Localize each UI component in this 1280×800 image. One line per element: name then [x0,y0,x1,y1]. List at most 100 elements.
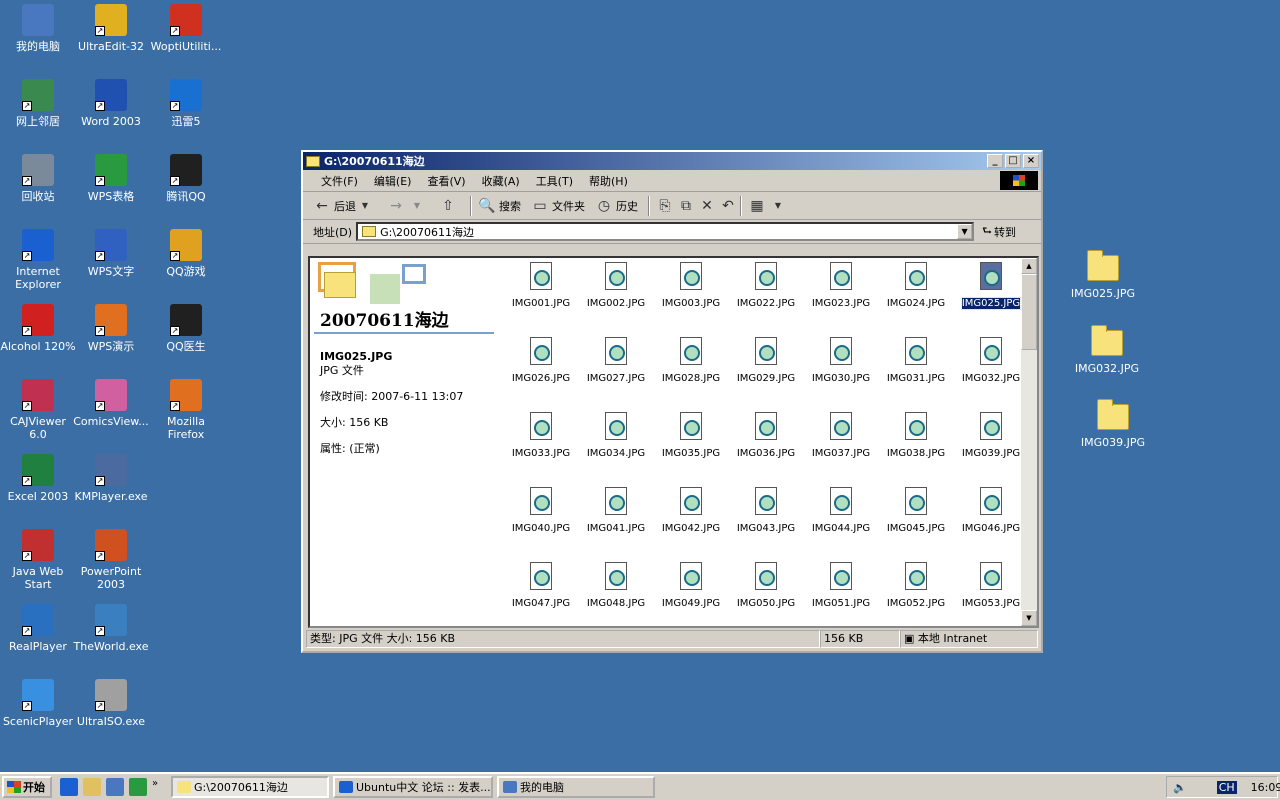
title-bar[interactable]: G:\20070611海边 _ □ × [303,152,1041,170]
file-item[interactable]: IMG050.JPG [731,562,801,609]
minimize-button[interactable]: _ [987,154,1003,168]
chevron-down-icon[interactable]: ▼ [356,197,374,215]
desktop-folder[interactable]: IMG039.JPG [1073,399,1153,449]
desktop-icon-scenicplayer[interactable]: ↗ ScenicPlayer [0,679,76,728]
desktop-icon-ultraedit[interactable]: ↗ UltraEdit-32 [73,4,149,53]
desktop-icon-qq-doctor[interactable]: ↗ QQ医生 [148,304,224,353]
menu-help[interactable]: 帮助(H) [581,173,636,189]
chevron-down-icon[interactable]: ▼ [957,224,973,239]
menu-file[interactable]: 文件(F) [313,173,366,189]
desktop-icon-woptiutilities[interactable]: ↗ WoptiUtiliti... [148,4,224,53]
vertical-scrollbar[interactable]: ▲ ▼ [1021,258,1037,626]
go-button[interactable]: ⮑ 转到 [982,222,1016,241]
file-item[interactable]: IMG044.JPG [806,487,876,534]
file-item[interactable]: IMG029.JPG [731,337,801,384]
desktop-icon-theworld[interactable]: ↗ TheWorld.exe [73,604,149,653]
desktop-icon-comicsviewer[interactable]: ↗ ComicsView... [73,379,149,428]
file-item[interactable]: IMG023.JPG [806,262,876,309]
volume-icon[interactable]: 🔈 [1173,781,1187,794]
taskbar-task[interactable]: G:\20070611海边 [171,776,329,798]
maximize-button[interactable]: □ [1005,154,1021,168]
start-button[interactable]: 开始 [2,776,52,798]
up-button[interactable]: ⇧ [439,197,460,215]
desktop-icon-java-web-start[interactable]: ↗ Java Web Start [0,529,76,591]
desktop-icon-wps-sheet[interactable]: ↗ WPS表格 [73,154,149,203]
file-item[interactable]: IMG026.JPG [506,337,576,384]
desktop-folder[interactable]: IMG025.JPG [1063,250,1143,300]
desktop-icon-tencent-qq[interactable]: ↗ 腾讯QQ [148,154,224,203]
scroll-thumb[interactable] [1021,274,1037,350]
explorer-window[interactable]: G:\20070611海边 _ □ × 文件(F) 编辑(E) 查看(V) 收藏… [301,150,1043,653]
my-computer-icon[interactable] [106,778,124,796]
copy-to-icon[interactable]: ⧉ [677,197,695,215]
file-item[interactable]: IMG042.JPG [656,487,726,534]
search-button[interactable]: 🔍 搜索 [478,197,521,215]
scroll-up-icon[interactable]: ▲ [1021,258,1037,274]
desktop-icon-network[interactable]: ↗ 网上邻居 [0,79,76,128]
file-item[interactable]: IMG047.JPG [506,562,576,609]
desktop-icon-word-2003[interactable]: ↗ Word 2003 [73,79,149,128]
file-item[interactable]: IMG051.JPG [806,562,876,609]
file-item[interactable]: IMG052.JPG [881,562,951,609]
taskbar-task[interactable]: Ubuntu中文 论坛 :: 发表... [333,776,493,798]
file-item[interactable]: IMG034.JPG [581,412,651,459]
file-item[interactable]: IMG030.JPG [806,337,876,384]
address-input[interactable]: G:\20070611海边 ▼ [356,222,975,241]
file-item[interactable]: IMG037.JPG [806,412,876,459]
file-item[interactable]: IMG027.JPG [581,337,651,384]
desktop-icon-powerpoint-2003[interactable]: ↗ PowerPoint 2003 [73,529,149,591]
menu-view[interactable]: 查看(V) [419,173,473,189]
desktop-icon-cajviewer[interactable]: ↗ CAJViewer 6.0 [0,379,76,441]
desktop-icon-ultraiso[interactable]: ↗ UltraISO.exe [73,679,149,728]
scroll-down-icon[interactable]: ▼ [1021,610,1037,626]
file-item[interactable]: IMG043.JPG [731,487,801,534]
clock[interactable]: 16:09 [1251,781,1280,794]
menu-tools[interactable]: 工具(T) [528,173,581,189]
menu-edit[interactable]: 编辑(E) [366,173,420,189]
file-item[interactable]: IMG001.JPG [506,262,576,309]
ie-icon[interactable] [60,778,78,796]
file-item[interactable]: IMG041.JPG [581,487,651,534]
file-item[interactable]: IMG046.JPG [956,487,1026,534]
file-item[interactable]: IMG025.JPG [956,262,1026,310]
desktop-icon[interactable] [129,778,147,796]
desktop-folder[interactable]: IMG032.JPG [1067,325,1147,375]
chevron-down-icon[interactable]: ▼ [408,197,426,215]
views-icon[interactable]: ▦ [748,197,766,215]
file-item[interactable]: IMG053.JPG [956,562,1026,609]
history-button[interactable]: ◷ 历史 [595,197,638,215]
language-indicator[interactable]: CH [1216,780,1237,794]
forward-button[interactable]: → ▼ [387,197,429,215]
address-value[interactable]: G:\20070611海边 [380,224,474,240]
desktop-icon-ie[interactable]: ↗ Internet Explorer [0,229,76,291]
desktop-icon-excel-2003[interactable]: ↗ Excel 2003 [0,454,76,503]
move-to-icon[interactable]: ⎘ [656,197,674,215]
file-item[interactable]: IMG022.JPG [731,262,801,309]
outlook-icon[interactable] [83,778,101,796]
file-item[interactable]: IMG031.JPG [881,337,951,384]
desktop-icon-qq-game[interactable]: ↗ QQ游戏 [148,229,224,278]
file-item[interactable]: IMG036.JPG [731,412,801,459]
undo-icon[interactable]: ↶ [719,197,737,215]
file-item[interactable]: IMG038.JPG [881,412,951,459]
chevron-right-icon[interactable]: » [152,778,162,796]
folders-button[interactable]: ▭ 文件夹 [531,197,585,215]
file-item[interactable]: IMG032.JPG [956,337,1026,384]
chevron-down-icon[interactable]: ▼ [769,197,787,215]
file-item[interactable]: IMG002.JPG [581,262,651,309]
back-button[interactable]: ← 后退 ▼ [313,197,377,215]
file-item[interactable]: IMG039.JPG [956,412,1026,459]
delete-icon[interactable]: ✕ [698,197,716,215]
file-item[interactable]: IMG003.JPG [656,262,726,309]
close-button[interactable]: × [1023,154,1039,168]
desktop-icon-xunlei[interactable]: ↗ 迅雷5 [148,79,224,128]
file-item[interactable]: IMG045.JPG [881,487,951,534]
desktop-icon-wps-writer[interactable]: ↗ WPS文字 [73,229,149,278]
desktop-icon-alcohol[interactable]: ↗ Alcohol 120% [0,304,76,353]
desktop-icon-my-computer[interactable]: 我的电脑 [0,4,76,53]
file-item[interactable]: IMG040.JPG [506,487,576,534]
desktop-icon-wps-present[interactable]: ↗ WPS演示 [73,304,149,353]
desktop-icon-recycle-bin[interactable]: ↗ 回收站 [0,154,76,203]
desktop-icon-realplayer[interactable]: ↗ RealPlayer [0,604,76,653]
taskbar-task[interactable]: 我的电脑 [497,776,655,798]
